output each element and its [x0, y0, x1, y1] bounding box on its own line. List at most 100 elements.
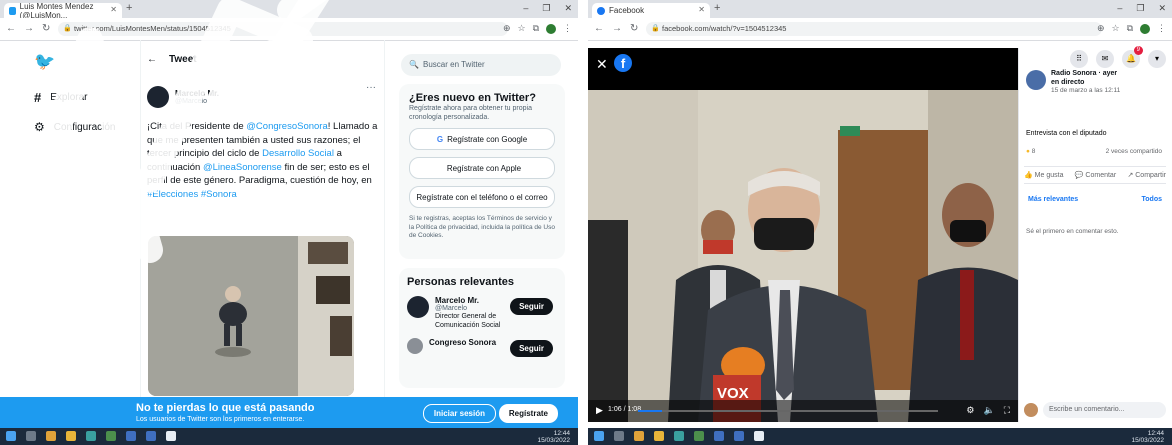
word-taskbar-icon[interactable]	[714, 431, 724, 441]
more-options-icon[interactable]: ···	[366, 82, 376, 93]
outlook-taskbar-icon[interactable]	[734, 431, 744, 441]
windows-start-icon[interactable]	[594, 431, 604, 441]
play-icon[interactable]: ▶	[596, 405, 603, 416]
comment-filter-all[interactable]: Todos	[1142, 196, 1162, 203]
video-player[interactable]: ✕ f VOX ▶ 1:06 / 1:08 ⚙ 🔈 ⛶	[588, 48, 1018, 422]
star-icon[interactable]: ☆	[517, 23, 525, 34]
folder-taskbar-icon[interactable]	[66, 431, 76, 441]
tweet-text-part: Paradigma, cuestión de hoy, en	[238, 175, 372, 186]
legal-text: Si te registras, aceptas los Términos de…	[409, 215, 555, 239]
relevant-person[interactable]: Congreso Sonora Seguir	[407, 338, 557, 357]
forward-icon[interactable]: →	[612, 23, 622, 34]
edge-taskbar-icon[interactable]	[674, 431, 684, 441]
banner-title: No te pierdas lo que está pasando	[136, 402, 315, 414]
login-button[interactable]: Iniciar sesión	[422, 404, 496, 423]
overhead-photo-illustration	[148, 236, 354, 396]
video-progress-bar[interactable]	[638, 410, 938, 412]
twitter-right-column: 🔍 Buscar en Twitter ¿Eres nuevo en Twitt…	[395, 40, 570, 397]
banner-subtitle: Los usuarios de Twitter son los primeros…	[136, 416, 305, 423]
clock-time: 12:44	[1147, 430, 1164, 437]
close-tab-icon[interactable]: ✕	[110, 5, 117, 14]
share-button[interactable]: ↗ Compartir	[1127, 171, 1166, 179]
forward-icon[interactable]: →	[24, 23, 34, 34]
relevant-people-title: Personas relevantes	[407, 276, 515, 288]
app-taskbar-icon[interactable]	[754, 431, 764, 441]
settings-gear-icon[interactable]: ⚙	[966, 405, 974, 416]
browser-tab-facebook[interactable]: Facebook ✕	[592, 3, 710, 18]
twitter-logo-icon[interactable]: 🐦	[34, 52, 55, 72]
email-signup-button[interactable]: Regístrate con el teléfono o el correo	[409, 186, 555, 208]
back-icon[interactable]: ←	[6, 23, 16, 34]
follow-button[interactable]: Seguir	[510, 298, 553, 315]
hashtag-link[interactable]: Desarrollo Social	[262, 148, 334, 159]
search-taskbar-icon[interactable]	[26, 431, 36, 441]
tweet-author[interactable]: Marcelo Mr. @Marcelo	[147, 86, 219, 108]
comment-button[interactable]: 💬 Comentar	[1075, 171, 1116, 179]
avatar[interactable]	[1026, 70, 1046, 90]
browser-tab-twitter[interactable]: Luis Montes Mendez (@LuisMon... ✕	[4, 2, 122, 20]
relevant-person[interactable]: Marcelo Mr. @Marcelo Director General de…	[407, 296, 557, 330]
sidebar-item-explore[interactable]: # Explorar	[34, 90, 87, 105]
video-time: 1:06 / 1:08	[608, 406, 642, 413]
system-clock[interactable]: 12:44 15/03/2022	[1131, 430, 1164, 444]
system-clock[interactable]: 12:44 15/03/2022	[537, 430, 570, 444]
reactions-row: ● 8 2 veces compartido	[1026, 148, 1162, 155]
lock-icon: 🔒	[651, 25, 660, 32]
comment-input[interactable]: Escribe un comentario...	[1043, 402, 1166, 418]
follow-button[interactable]: Seguir	[510, 340, 553, 357]
close-tab-icon[interactable]: ✕	[698, 5, 705, 14]
signup-button[interactable]: Regístrate	[498, 404, 558, 423]
page-name[interactable]: Radio Sonora · ayer en directo	[1051, 70, 1119, 87]
fullscreen-icon[interactable]: ⛶	[1004, 405, 1010, 416]
tweet-photo[interactable]	[148, 236, 354, 396]
shares-count[interactable]: 2 veces compartido	[1106, 148, 1162, 155]
extensions-icon[interactable]: ⧉	[533, 23, 539, 34]
mention-link[interactable]: @CongresoSonora	[246, 121, 327, 132]
profile-avatar[interactable]	[546, 23, 556, 34]
reactions-count[interactable]: ● 8	[1026, 148, 1035, 155]
chrome-taskbar-icon[interactable]	[634, 431, 644, 441]
google-icon: G	[436, 134, 444, 144]
outlook-taskbar-icon[interactable]	[146, 431, 156, 441]
sidebar-item-settings[interactable]: ⚙ Configuración	[34, 120, 115, 134]
minimize-icon[interactable]: –	[523, 3, 528, 14]
button-label: Me gusta	[1034, 172, 1064, 179]
facebook-logo-icon[interactable]: f	[614, 54, 632, 72]
tweet-column: ← Tweet Marcelo Mr. @Marcelo ··· ¡Cita d…	[140, 40, 385, 397]
back-arrow-icon[interactable]: ←	[147, 54, 157, 65]
close-window-icon[interactable]: ✕	[564, 3, 572, 14]
folder-taskbar-icon[interactable]	[654, 431, 664, 441]
word-taskbar-icon[interactable]	[126, 431, 136, 441]
close-viewer-icon[interactable]: ✕	[596, 56, 608, 73]
mention-link[interactable]: @LineaSonorense	[203, 162, 282, 173]
comment-filter-dropdown[interactable]: Más relevantes	[1028, 196, 1078, 203]
windows-start-icon[interactable]	[6, 431, 16, 441]
url-field[interactable]: 🔒 twitter.com/LuisMontesMen/status/15045…	[58, 22, 508, 36]
edge-taskbar-icon[interactable]	[86, 431, 96, 441]
maximize-icon[interactable]: ❐	[542, 3, 550, 14]
search-taskbar-icon[interactable]	[614, 431, 624, 441]
sidebar-item-label: Configuración	[53, 121, 116, 133]
apple-signup-button[interactable]: Regístrate con Apple	[409, 157, 555, 179]
clock-date: 15/03/2022	[537, 437, 570, 444]
zoom-icon[interactable]: ⊕	[503, 23, 511, 34]
more-options-icon[interactable]	[1134, 72, 1144, 82]
search-input[interactable]: 🔍 Buscar en Twitter	[401, 54, 561, 76]
hashtag-link[interactable]: #Elecciones	[147, 189, 198, 200]
excel-taskbar-icon[interactable]	[106, 431, 116, 441]
like-button[interactable]: 👍 Me gusta	[1024, 171, 1063, 179]
reload-icon[interactable]: ↻	[42, 23, 50, 34]
hashtag-link[interactable]: #Sonora	[201, 189, 237, 200]
chrome-taskbar-icon[interactable]	[46, 431, 56, 441]
button-label: Regístrate con Google	[447, 134, 528, 144]
google-signup-button[interactable]: G Regístrate con Google	[409, 128, 555, 150]
app-taskbar-icon[interactable]	[166, 431, 176, 441]
reload-icon[interactable]: ↻	[630, 23, 638, 34]
new-tab-icon[interactable]: +	[126, 2, 132, 14]
volume-icon[interactable]: 🔈	[983, 405, 994, 416]
back-icon[interactable]: ←	[594, 23, 604, 34]
menu-icon[interactable]: ⋮	[563, 23, 572, 34]
new-tab-icon[interactable]: +	[714, 2, 720, 14]
clock-time: 12:44	[553, 430, 570, 437]
excel-taskbar-icon[interactable]	[694, 431, 704, 441]
